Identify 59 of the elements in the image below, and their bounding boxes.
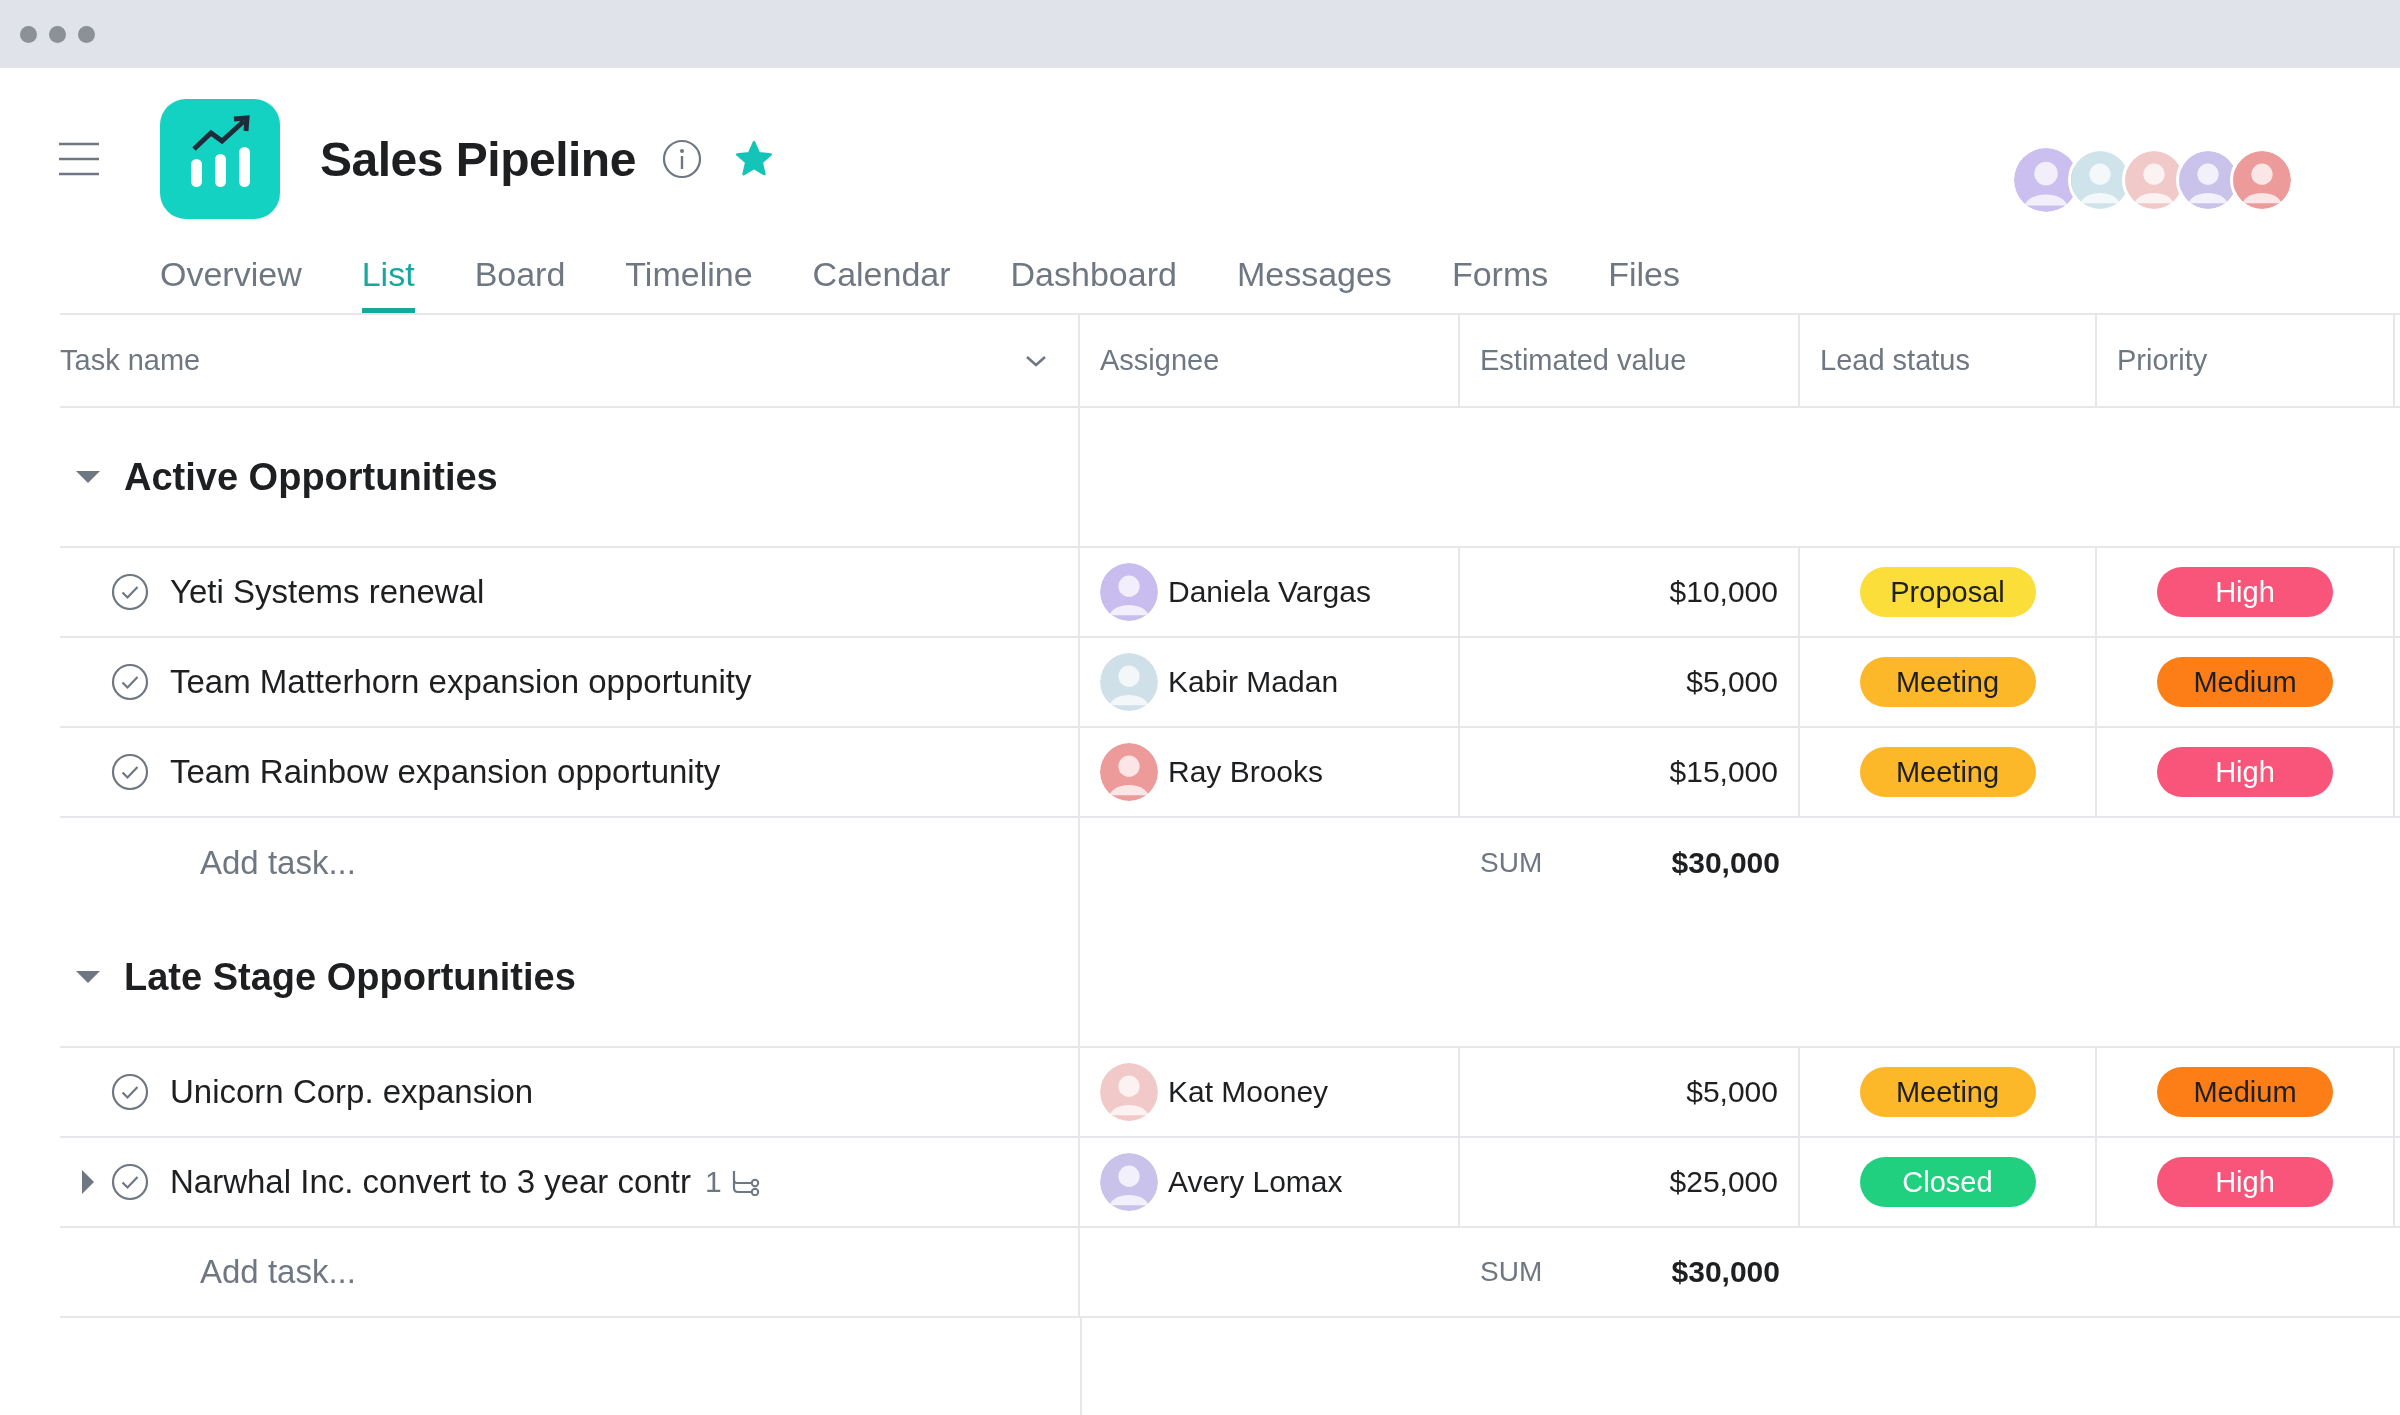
window-dot[interactable] <box>49 25 66 43</box>
check-circle-icon[interactable] <box>110 662 150 702</box>
task-name[interactable]: Team Matterhorn expansion opportunity <box>170 663 752 701</box>
assignee-name: Kabir Madan <box>1168 665 1339 699</box>
assignee-name: Kat Mooney <box>1168 1075 1329 1109</box>
estimated-value: $5,000 <box>1686 665 1778 699</box>
subtask-count: 1 <box>704 1165 722 1199</box>
sum-value: $30,000 <box>1671 846 1780 880</box>
project-title: Sales Pipeline <box>320 131 636 187</box>
sum-label: SUM <box>1480 1256 1543 1288</box>
menu-icon[interactable] <box>58 142 100 176</box>
window-dot[interactable] <box>78 25 95 43</box>
check-circle-icon[interactable] <box>110 752 150 792</box>
lead-status-pill[interactable]: Meeting <box>1859 747 2036 797</box>
section-title: Active Opportunities <box>124 455 498 499</box>
column-header[interactable]: Priority <box>2117 344 2208 377</box>
lead-status-pill[interactable]: Proposal <box>1859 567 2036 617</box>
lead-status-pill[interactable]: Meeting <box>1859 1067 2036 1117</box>
check-circle-icon[interactable] <box>110 1162 150 1202</box>
view-tab[interactable]: Board <box>474 255 566 313</box>
estimated-value: $10,000 <box>1669 575 1778 609</box>
window-dot[interactable] <box>20 25 37 43</box>
check-circle-icon[interactable] <box>110 1072 150 1112</box>
add-task-link[interactable]: Add task... <box>200 844 356 882</box>
view-tab[interactable]: Files <box>1608 255 1680 313</box>
assignee-name: Ray Brooks <box>1168 755 1324 789</box>
rising-chart-logo-icon <box>160 99 280 219</box>
lead-status-pill[interactable]: Meeting <box>1859 657 2036 707</box>
priority-pill[interactable]: Medium <box>2157 1067 2333 1117</box>
column-header[interactable]: Assignee <box>1100 344 1220 377</box>
add-task-link[interactable]: Add task... <box>200 1253 356 1291</box>
assignee-name: Daniela Vargas <box>1168 575 1371 609</box>
sum-value: $30,000 <box>1671 1255 1780 1289</box>
column-header[interactable]: Lead status <box>1820 344 1970 377</box>
check-circle-icon[interactable] <box>110 572 150 612</box>
view-tab[interactable]: Forms <box>1451 255 1549 313</box>
priority-pill[interactable]: High <box>2157 747 2333 797</box>
info-icon[interactable] <box>661 139 702 179</box>
view-tab[interactable]: Calendar <box>812 255 951 313</box>
column-header[interactable]: Estimated value <box>1480 344 1687 377</box>
task-name[interactable]: Team Rainbow expansion opportunity <box>170 753 721 791</box>
column-header[interactable]: Task name <box>60 344 201 377</box>
priority-pill[interactable]: High <box>2157 567 2333 617</box>
estimated-value: $15,000 <box>1669 755 1778 789</box>
task-name[interactable]: Yeti Systems renewal <box>170 573 485 611</box>
view-tab[interactable]: Overview <box>160 255 302 313</box>
assignee-name: Avery Lomax <box>1168 1165 1343 1199</box>
view-tab[interactable]: Dashboard <box>1010 255 1177 313</box>
task-name[interactable]: Narwhal Inc. convert to 3 year contr <box>170 1163 691 1201</box>
estimated-value: $5,000 <box>1686 1075 1778 1109</box>
view-tab[interactable]: List <box>361 255 415 313</box>
priority-pill[interactable]: High <box>2157 1157 2333 1207</box>
view-tab[interactable]: Timeline <box>625 255 753 313</box>
section-title: Late Stage Opportunities <box>124 955 576 999</box>
estimated-value: $25,000 <box>1669 1165 1778 1199</box>
priority-pill[interactable]: Medium <box>2157 657 2333 707</box>
view-tab[interactable]: Messages <box>1236 255 1392 313</box>
sum-label: SUM <box>1480 847 1543 879</box>
task-name[interactable]: Unicorn Corp. expansion <box>170 1073 534 1111</box>
